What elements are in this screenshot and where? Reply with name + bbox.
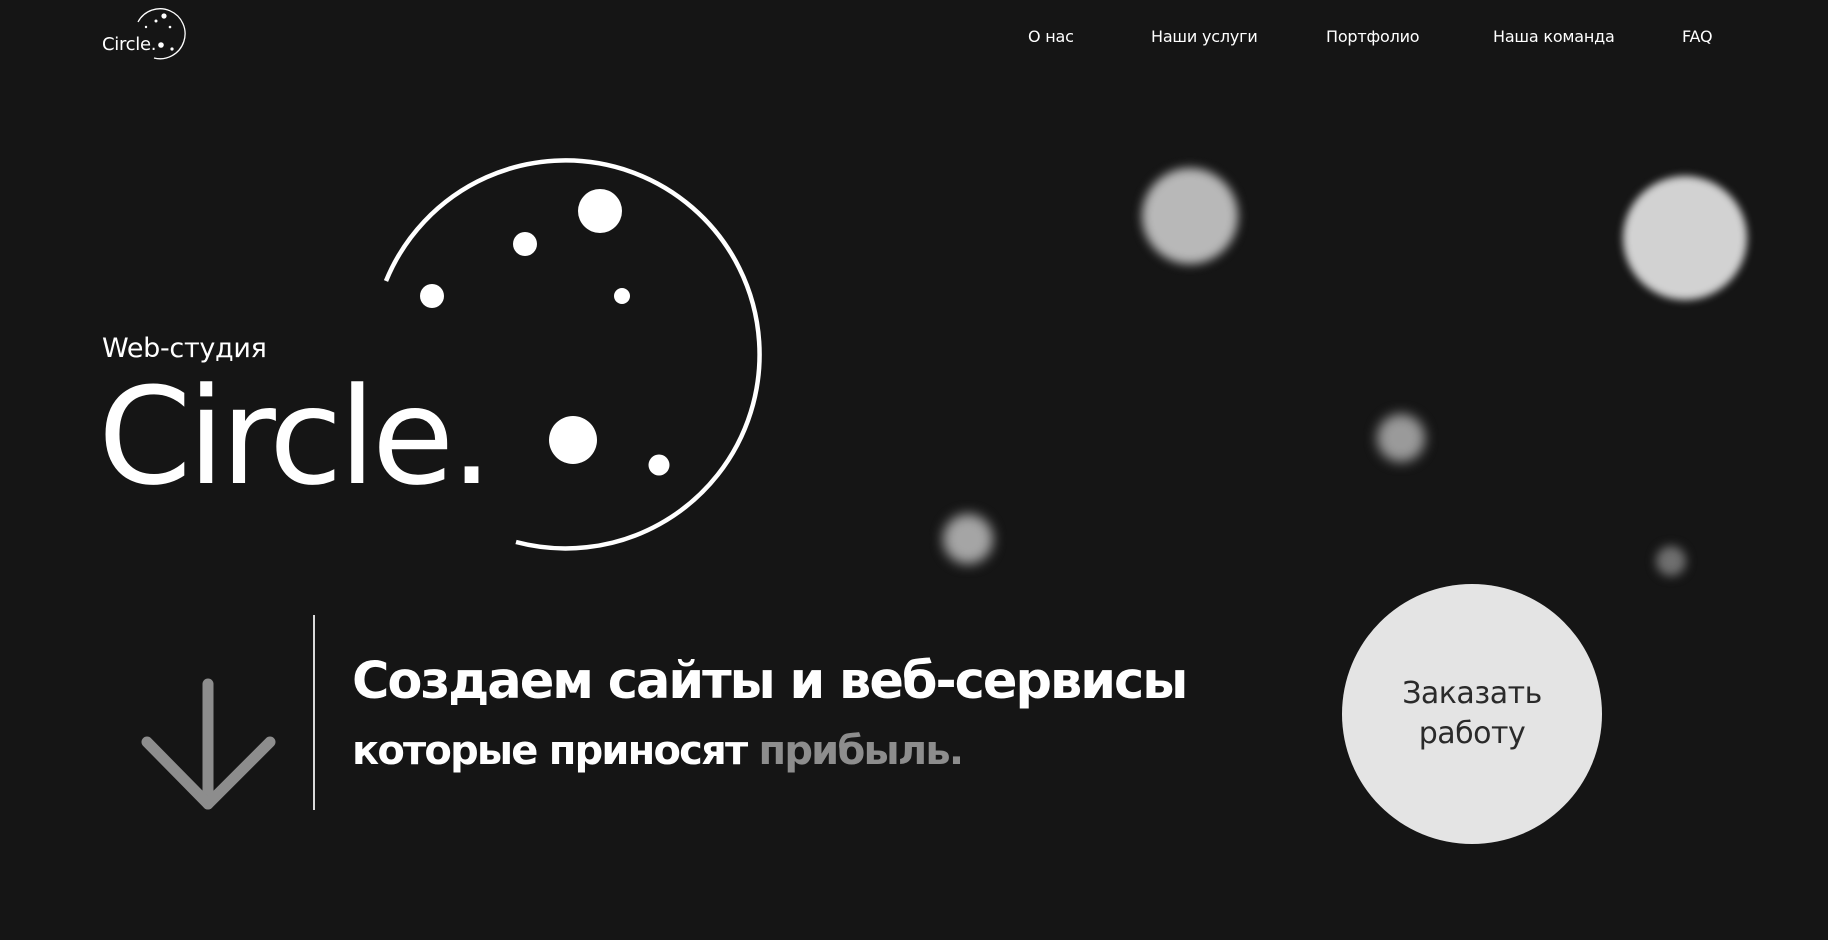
decorative-blur-dot xyxy=(1142,168,1238,264)
arrow-down-icon xyxy=(141,678,276,810)
landing-page: Circle. О нас Наши услуги Портфолио Наша… xyxy=(0,0,1828,940)
decorative-blur-dot xyxy=(1623,176,1747,300)
hero-subline-main: которые приносят xyxy=(352,728,748,774)
hero-subline-accent: прибыль. xyxy=(758,728,965,774)
vertical-divider xyxy=(313,615,315,810)
order-button-line2: работу xyxy=(1418,716,1526,751)
hero-brand-title: Circle. xyxy=(98,359,493,515)
hero-headline: Создаем сайты и веб-сервисы xyxy=(352,652,1188,711)
order-work-button[interactable]: Заказать работу xyxy=(1342,584,1602,844)
decorative-blur-dot xyxy=(1656,546,1686,576)
hero-subline: которые приносят прибыль. xyxy=(352,728,965,774)
decorative-blur-dot xyxy=(1377,414,1425,462)
decorative-blur-dot xyxy=(943,514,993,564)
order-button-line1: Заказать xyxy=(1402,676,1542,711)
